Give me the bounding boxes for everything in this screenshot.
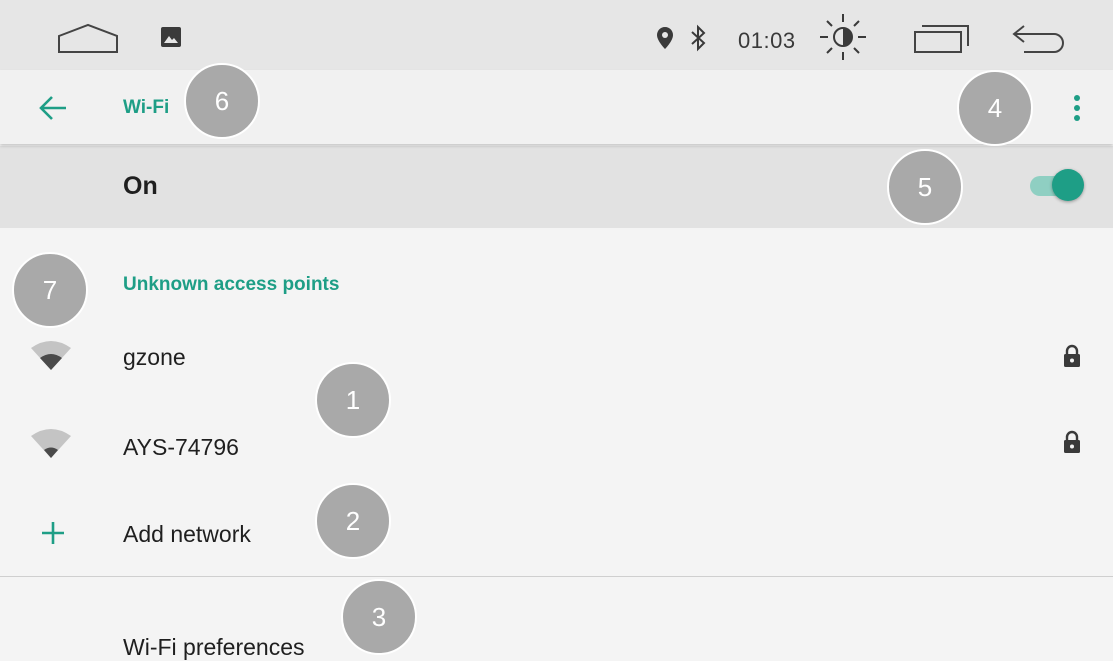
brightness-icon[interactable] [818,12,868,62]
status-time: 01:03 [738,28,796,53]
network-ssid: gzone [123,344,186,370]
callout-marker: 4 [957,70,1033,146]
bluetooth-icon [688,24,708,52]
add-network-row[interactable]: Add network [0,488,1113,576]
section-divider [0,576,1113,577]
callout-marker: 7 [12,252,88,328]
location-icon [656,26,674,50]
more-vert-icon[interactable] [1066,92,1088,124]
back-icon[interactable] [1010,22,1068,54]
network-row[interactable]: AYS-74796 [0,400,1113,488]
category-header: Unknown access points [123,274,340,295]
arrow-left-icon[interactable] [36,94,70,122]
callout-marker: 6 [184,63,260,139]
wifi-preferences-item[interactable]: Wi-Fi preferences [123,634,304,661]
home-icon[interactable] [55,22,121,54]
network-ssid: AYS-74796 [123,434,239,460]
callout-marker: 3 [341,579,417,655]
callout-marker: 1 [315,362,391,438]
gallery-icon[interactable] [160,26,182,48]
callout-marker: 2 [315,483,391,559]
toggle-thumb [1052,169,1084,201]
recent-apps-icon[interactable] [912,22,972,54]
status-bar: 01:03 [0,0,1113,70]
callout-marker: 5 [887,149,963,225]
wifi-toggle[interactable] [1028,167,1084,203]
wifi-signal-icon [30,340,72,372]
add-network-label: Add network [123,521,251,547]
lock-icon [1062,430,1082,454]
wifi-signal-icon [30,428,72,460]
master-switch-label: On [123,172,158,200]
app-toolbar: Wi-Fi [0,70,1113,144]
lock-icon [1062,344,1082,368]
network-row[interactable]: gzone [0,312,1113,400]
plus-icon [40,520,66,546]
page-title: Wi-Fi [123,97,170,118]
